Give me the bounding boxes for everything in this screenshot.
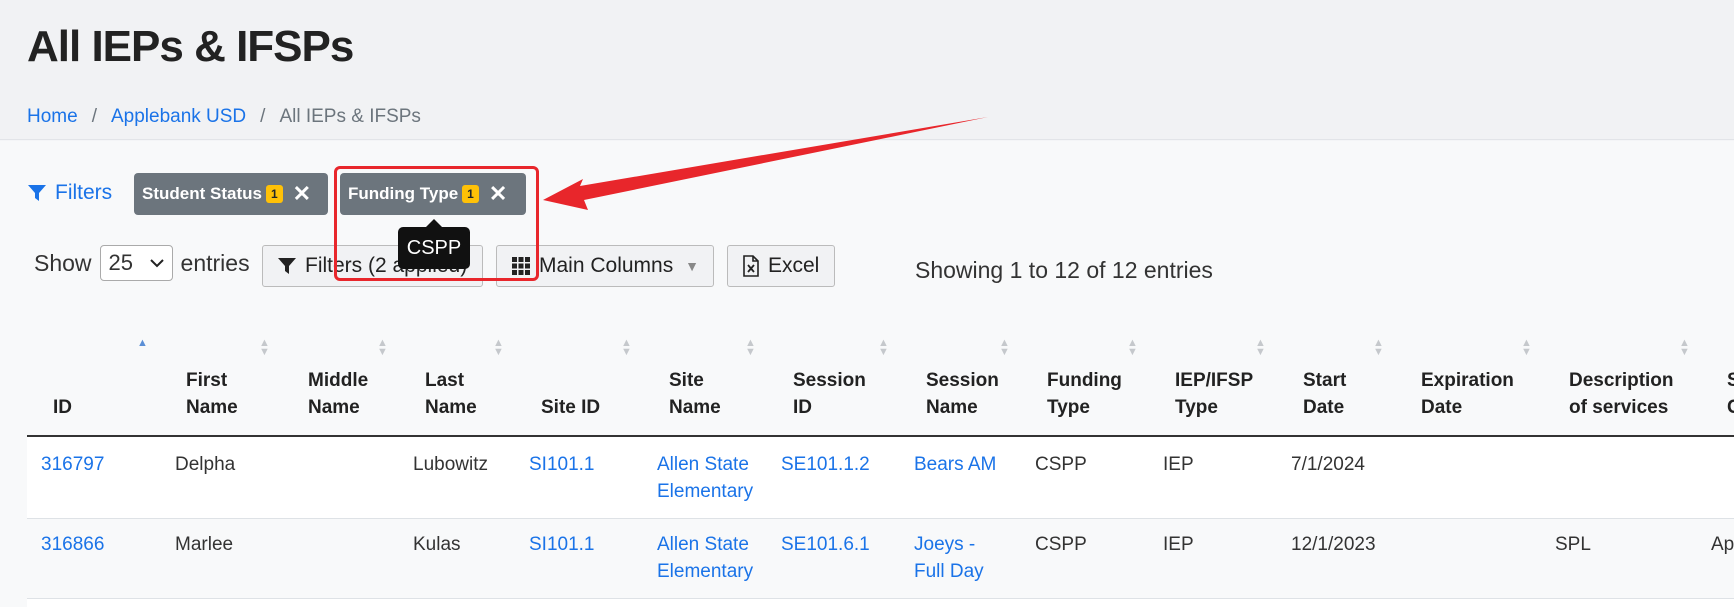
sort-icon: ▲ ▼: [1521, 337, 1532, 358]
site-name-link[interactable]: Allen State Elementary: [657, 531, 753, 585]
caret-down-icon: ▼: [685, 258, 699, 274]
close-icon[interactable]: ✕: [293, 183, 311, 205]
breadcrumb-district-link[interactable]: Applebank USD: [111, 106, 246, 128]
column-header-middle-name[interactable]: Middle Name: [308, 367, 368, 421]
last-name-cell: Kulas: [413, 534, 461, 555]
filter-icon: [28, 185, 46, 201]
filters-toggle[interactable]: Filters: [27, 181, 112, 205]
record-id-link[interactable]: 316866: [41, 531, 104, 558]
iep-table: ID ▲ First Name ▲ ▼ Middle Name ▲ ▼ Last Name…: [27, 297, 1734, 607]
entries-label: entries: [180, 249, 250, 276]
sort-icon: ▲ ▼: [1373, 337, 1384, 358]
iep-type-cell: IEP: [1163, 454, 1194, 475]
entries-value: 25: [108, 250, 134, 275]
start-date-cell: 7/1/2024: [1291, 454, 1365, 475]
sort-icon: ▲ ▼: [999, 337, 1010, 358]
table-row: 316797 Delpha Lubowitz SI101.1 Allen Sta…: [27, 439, 1734, 519]
chevron-down-icon: [149, 259, 164, 268]
first-name-cell: Marlee: [175, 534, 234, 555]
sort-icon: ▲ ▼: [745, 337, 756, 358]
first-name-cell: Delpha: [175, 454, 236, 475]
session-name-link[interactable]: Bears AM: [914, 451, 996, 478]
description-cell: SPL: [1555, 534, 1591, 555]
column-header-site-name[interactable]: Site Name: [669, 367, 721, 421]
site-id-link[interactable]: SI101.1: [529, 531, 595, 558]
sort-icon: ▲ ▼: [377, 337, 388, 358]
column-header-site-id[interactable]: Site ID: [541, 394, 600, 421]
table-header: ID ▲ First Name ▲ ▼ Middle Name ▲ ▼ Last Name…: [27, 297, 1734, 437]
column-header-funding-type[interactable]: Funding Type: [1047, 367, 1122, 421]
funding-type-cell: CSPP: [1035, 454, 1087, 475]
excel-export-button[interactable]: Excel: [727, 245, 835, 287]
column-header-expiration-date[interactable]: Expiration Date: [1421, 367, 1514, 421]
breadcrumb-current: All IEPs & IFSPs: [279, 106, 421, 127]
entries-select[interactable]: 25: [99, 245, 173, 281]
sort-icon: ▲ ▼: [621, 337, 632, 358]
table-row: 316866 Marlee Kulas SI101.1 Allen State E…: [27, 519, 1734, 599]
filters-label: Filters: [55, 181, 113, 204]
excel-label: Excel: [768, 254, 820, 277]
main-content: Filters Student Status 1 ✕ Funding Type …: [0, 141, 1734, 607]
column-header-description[interactable]: Description of services: [1569, 367, 1674, 421]
filter-chip-label: Student Status: [142, 184, 262, 203]
column-header-first-name[interactable]: First Name: [186, 367, 238, 421]
sort-icon: ▲ ▼: [259, 337, 270, 358]
column-header-id[interactable]: ID: [53, 394, 72, 421]
funding-type-cell: CSPP: [1035, 534, 1087, 555]
main-columns-label: Main Columns: [539, 254, 674, 277]
session-name-link[interactable]: Joeys - Full Day: [914, 531, 984, 585]
sort-icon: ▲ ▼: [878, 337, 889, 358]
column-header-session-name[interactable]: Session Name: [926, 367, 999, 421]
table-info: Showing 1 to 12 of 12 entries: [915, 257, 1213, 283]
column-header-start-date[interactable]: Start Date: [1303, 367, 1346, 421]
breadcrumb-separator: /: [260, 106, 266, 127]
page-length-control: Show 25 entries: [34, 245, 250, 281]
sort-icon: ▲ ▼: [493, 337, 504, 358]
show-label: Show: [34, 249, 92, 276]
site-name-link[interactable]: Allen State Elementary: [657, 451, 753, 505]
site-id-link[interactable]: SI101.1: [529, 451, 595, 478]
record-id-link[interactable]: 316797: [41, 451, 104, 478]
session-id-link[interactable]: SE101.1.2: [781, 451, 870, 478]
partial-cell: Ap: [1711, 534, 1734, 555]
column-header-last-name[interactable]: Last Name: [425, 367, 477, 421]
sort-asc-icon: ▲: [137, 337, 148, 349]
sort-icon: ▲ ▼: [1127, 337, 1138, 358]
page-header: All IEPs & IFSPs Home / Applebank USD / …: [0, 0, 1734, 140]
sort-icon: ▲ ▼: [1255, 337, 1266, 358]
page-title: All IEPs & IFSPs: [27, 22, 354, 71]
filter-chip-student-status[interactable]: Student Status 1 ✕: [134, 173, 328, 215]
column-header-iep-ifsp-type[interactable]: IEP/IFSP Type: [1175, 367, 1253, 421]
annotation-highlight-box: [334, 166, 539, 281]
breadcrumb: Home / Applebank USD / All IEPs & IFSPs: [27, 106, 421, 128]
session-id-link[interactable]: SE101.6.1: [781, 531, 870, 558]
breadcrumb-separator: /: [91, 106, 97, 127]
breadcrumb-home-link[interactable]: Home: [27, 106, 78, 128]
excel-file-icon: [743, 255, 759, 277]
sort-icon: ▲ ▼: [1679, 337, 1690, 358]
filter-count-badge: 1: [265, 185, 283, 203]
column-header-partial[interactable]: SC: [1727, 367, 1734, 421]
column-header-session-id[interactable]: Session ID: [793, 367, 866, 421]
filter-icon: [278, 258, 296, 274]
start-date-cell: 12/1/2023: [1291, 534, 1376, 555]
last-name-cell: Lubowitz: [413, 454, 488, 475]
iep-type-cell: IEP: [1163, 534, 1194, 555]
